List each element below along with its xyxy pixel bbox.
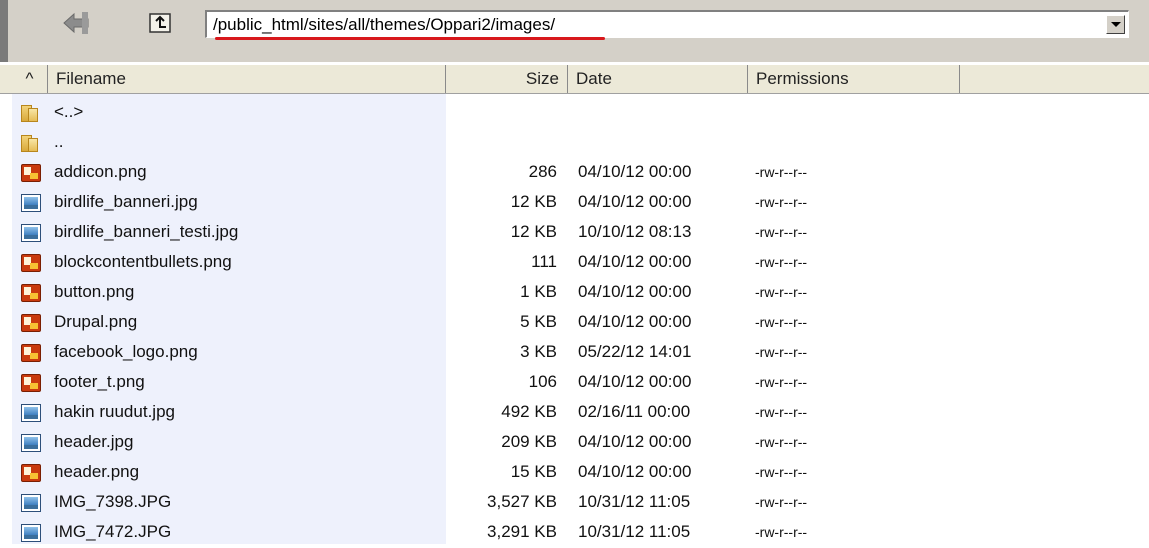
file-permissions: -rw-r--r--	[755, 404, 808, 420]
file-name: addicon.png	[54, 162, 147, 181]
file-permissions: -rw-r--r--	[755, 344, 808, 360]
file-permissions: -rw-r--r--	[755, 164, 808, 180]
png-icon	[21, 254, 41, 272]
file-row[interactable]: Drupal.png 5 KB 04/10/12 00:00 -rw-r--r--	[0, 308, 1149, 338]
parent-directory-icon[interactable]	[146, 10, 176, 38]
folder-icon	[21, 104, 41, 122]
red-underline-annotation	[215, 37, 605, 40]
file-row[interactable]: footer_t.png 106 04/10/12 00:00 -rw-r--r--	[0, 368, 1149, 398]
file-date: 04/10/12 00:00	[578, 162, 692, 181]
file-size: 286	[528, 162, 557, 181]
file-row[interactable]: IMG_7398.JPG 3,527 KB 10/31/12 11:05 -rw-r-…	[0, 488, 1149, 518]
file-row[interactable]: <..>	[0, 98, 1149, 128]
file-size: 1 KB	[520, 282, 557, 301]
file-date: 04/10/12 00:00	[578, 192, 692, 211]
path-input[interactable]: /public_html/sites/all/themes/Oppari2/im…	[213, 15, 555, 35]
file-size: 15 KB	[510, 462, 557, 481]
file-date: 04/10/12 00:00	[578, 282, 692, 301]
column-filename[interactable]: Filename	[48, 65, 446, 93]
file-date: 04/10/12 00:00	[578, 252, 692, 271]
file-size: 106	[528, 372, 557, 391]
jpg-icon	[21, 494, 41, 512]
file-date: 10/31/12 11:05	[578, 492, 691, 511]
file-permissions: -rw-r--r--	[755, 494, 808, 510]
file-name: IMG_7398.JPG	[54, 492, 172, 511]
jpg-icon	[21, 434, 41, 452]
file-permissions: -rw-r--r--	[755, 254, 808, 270]
file-row[interactable]: birdlife_banneri.jpg 12 KB 04/10/12 00:00 -…	[0, 188, 1149, 218]
png-icon	[21, 464, 41, 482]
file-size: 5 KB	[520, 312, 557, 331]
file-size: 3,527 KB	[487, 492, 557, 511]
file-permissions: -rw-r--r--	[755, 314, 808, 330]
file-name: Drupal.png	[54, 312, 138, 331]
file-permissions: -rw-r--r--	[755, 194, 808, 210]
png-icon	[21, 164, 41, 182]
file-row[interactable]: header.jpg 209 KB 04/10/12 00:00 -rw-r--r--	[0, 428, 1149, 458]
column-empty	[960, 65, 1149, 93]
png-icon	[21, 314, 41, 332]
file-size: 3,291 KB	[487, 522, 557, 541]
jpg-icon	[21, 524, 41, 542]
png-icon	[21, 284, 41, 302]
file-row[interactable]: hakin ruudut.jpg 492 KB 02/16/11 00:00 -rw-…	[0, 398, 1149, 428]
address-toolbar: /public_html/sites/all/themes/Oppari2/im…	[0, 0, 1149, 62]
column-permissions[interactable]: Permissions	[748, 65, 960, 93]
file-name: birdlife_banneri.jpg	[54, 192, 198, 211]
sort-indicator[interactable]: ^	[12, 65, 48, 93]
file-name: header.jpg	[54, 432, 134, 451]
column-header: ^ Filename Size Date Permissions	[0, 64, 1149, 94]
file-permissions: -rw-r--r--	[755, 434, 808, 450]
jpg-icon	[21, 404, 41, 422]
file-size: 492 KB	[501, 402, 557, 421]
file-name: footer_t.png	[54, 372, 145, 391]
file-size: 111	[531, 252, 557, 271]
file-name: button.png	[54, 282, 135, 301]
column-size[interactable]: Size	[446, 65, 568, 93]
file-permissions: -rw-r--r--	[755, 374, 808, 390]
file-name: blockcontentbullets.png	[54, 252, 232, 271]
file-name: hakin ruudut.jpg	[54, 402, 175, 421]
file-size: 3 KB	[520, 342, 557, 361]
file-date: 04/10/12 00:00	[578, 312, 692, 331]
file-list: <..>.. addicon.png 286 04/10/12 00:00 -rw-r-…	[0, 94, 1149, 544]
file-size: 209 KB	[501, 432, 557, 451]
file-date: 04/10/12 00:00	[578, 372, 692, 391]
file-date: 04/10/12 00:00	[578, 432, 692, 451]
file-size: 12 KB	[510, 192, 557, 211]
file-permissions: -rw-r--r--	[755, 524, 808, 540]
file-permissions: -rw-r--r--	[755, 464, 808, 480]
file-row[interactable]: button.png 1 KB 04/10/12 00:00 -rw-r--r--	[0, 278, 1149, 308]
file-row[interactable]: addicon.png 286 04/10/12 00:00 -rw-r--r--	[0, 158, 1149, 188]
file-permissions: -rw-r--r--	[755, 284, 808, 300]
folder-icon	[21, 134, 41, 152]
file-name: ..	[54, 132, 64, 151]
chevron-down-icon[interactable]	[1106, 15, 1125, 34]
file-size: 12 KB	[510, 222, 557, 241]
jpg-icon	[21, 194, 41, 212]
file-name: header.png	[54, 462, 140, 481]
file-name: IMG_7472.JPG	[54, 522, 172, 541]
png-icon	[21, 344, 41, 362]
file-date: 10/31/12 11:05	[578, 522, 691, 541]
file-row[interactable]: birdlife_banneri_testi.jpg 12 KB 10/10/12 …	[0, 218, 1149, 248]
column-date[interactable]: Date	[568, 65, 748, 93]
path-combobox[interactable]: /public_html/sites/all/themes/Oppari2/im…	[205, 10, 1129, 40]
file-permissions: -rw-r--r--	[755, 224, 808, 240]
file-name: <..>	[54, 102, 84, 121]
file-date: 04/10/12 00:00	[578, 462, 692, 481]
back-arrow-icon[interactable]	[62, 10, 90, 36]
file-date: 02/16/11 00:00	[578, 402, 691, 421]
file-row[interactable]: facebook_logo.png 3 KB 05/22/12 14:01 -rw-r…	[0, 338, 1149, 368]
file-row[interactable]: header.png 15 KB 04/10/12 00:00 -rw-r--r--	[0, 458, 1149, 488]
file-date: 05/22/12 14:01	[578, 342, 692, 361]
png-icon	[21, 374, 41, 392]
file-row[interactable]: ..	[0, 128, 1149, 158]
file-name: facebook_logo.png	[54, 342, 198, 361]
file-name: birdlife_banneri_testi.jpg	[54, 222, 239, 241]
file-date: 10/10/12 08:13	[578, 222, 692, 241]
jpg-icon	[21, 224, 41, 242]
file-row[interactable]: blockcontentbullets.png 111 04/10/12 00:00…	[0, 248, 1149, 278]
